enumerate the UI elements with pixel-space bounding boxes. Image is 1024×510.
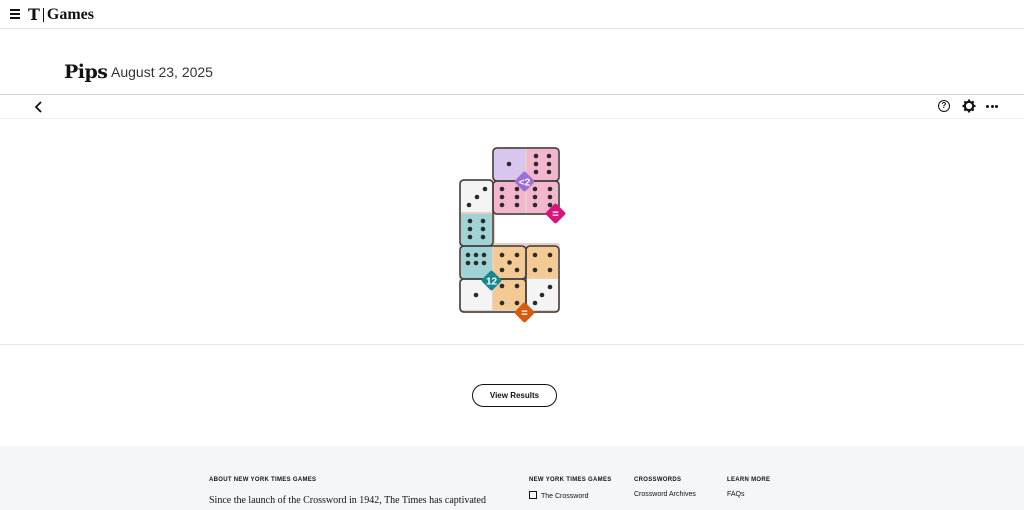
game-title: Pips [64,61,108,83]
top-navigation: T Games [0,0,1024,29]
footer-games-title: NEW YORK TIMES GAMES [529,477,612,483]
crossword-icon [529,491,537,499]
pips-board: <2 = 12 = [459,147,566,323]
puzzle-board-area: <2 = 12 = [0,119,1024,345]
region-cell-orange [527,247,558,278]
view-results-button[interactable]: View Results [472,384,557,407]
region-cell-pink [527,149,558,180]
region-label: = [521,308,527,320]
nyt-games-logo[interactable]: T Games [28,5,94,25]
footer-about-text: Since the launch of the Crossword in 194… [209,495,486,506]
chevron-left-icon[interactable] [34,101,44,113]
results-section: View Results [0,345,1024,446]
footer-crosswords-title: CROSSWORDS [634,477,682,483]
footer: ABOUT NEW YORK TIMES GAMES Since the lau… [0,446,1024,510]
footer-link-crossword-archives[interactable]: Crossword Archives [634,491,696,498]
region-label: <2 [519,178,531,189]
more-horizontal-icon[interactable] [986,105,998,108]
footer-link-crossword[interactable]: The Crossword [529,491,588,500]
puzzle-date: August 23, 2025 [111,64,213,80]
footer-link-faqs[interactable]: FAQs [727,491,745,498]
game-title-bar: Pips August 23, 2025 [0,29,1024,95]
gear-icon[interactable] [962,99,976,113]
footer-learn-more-title: LEARN MORE [727,477,771,483]
nyt-t-logo: T [28,5,40,24]
region-cell-teal [461,214,492,245]
game-toolbar: ? [0,95,1024,119]
games-wordmark: Games [46,6,95,23]
help-circle-icon[interactable]: ? [938,100,950,112]
footer-about-title: ABOUT NEW YORK TIMES GAMES [209,477,317,483]
hamburger-menu-icon[interactable] [10,9,20,19]
region-label: = [552,209,558,221]
footer-link-label: The Crossword [541,493,589,500]
region-label: 12 [486,277,498,288]
logo-divider [42,8,44,22]
